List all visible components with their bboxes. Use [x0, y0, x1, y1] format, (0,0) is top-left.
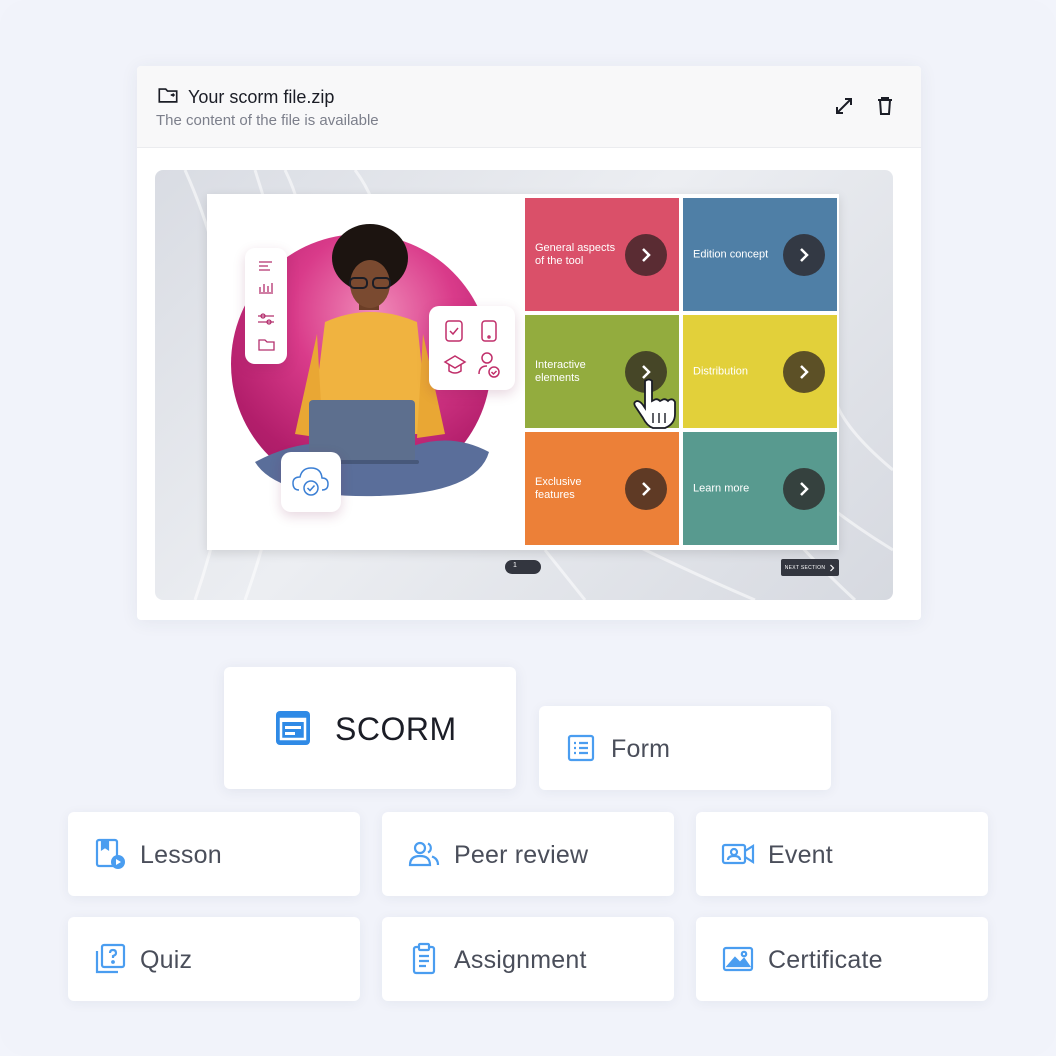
clipboard-icon: [406, 941, 442, 977]
tile-interactive-elements[interactable]: Interactive elements: [525, 315, 679, 429]
tile-general-aspects[interactable]: General aspects of the tool: [525, 198, 679, 311]
activity-lesson[interactable]: Lesson: [68, 812, 360, 896]
folder-icon: [157, 84, 188, 111]
tile-label: General aspects of the tool: [535, 241, 616, 267]
tile-arrow-button[interactable]: [625, 233, 667, 276]
cloud-card: [281, 452, 341, 512]
tile-label: Exclusive features: [535, 475, 582, 501]
activity-event[interactable]: Event: [696, 812, 988, 896]
quiz-question-icon: [92, 941, 128, 977]
toolbar-card: [245, 248, 287, 364]
activity-scorm[interactable]: SCORM: [224, 667, 516, 789]
tile-learn-more[interactable]: Learn more: [683, 432, 837, 545]
file-header: Your scorm file.zip The content of the f…: [137, 66, 921, 148]
activity-peer-review[interactable]: Peer review: [382, 812, 674, 896]
chevron-right-icon: [800, 481, 809, 496]
activity-label: Quiz: [140, 946, 193, 974]
activity-label: Peer review: [454, 841, 589, 869]
delete-button[interactable]: [873, 94, 897, 118]
slide: General aspects of the tool Edition conc…: [207, 194, 839, 550]
activity-label: Form: [611, 735, 671, 763]
image-icon: [720, 941, 756, 977]
features-card: [429, 306, 515, 390]
toolbar-icons: [258, 261, 275, 351]
expand-icon: [836, 98, 852, 114]
activity-label: Event: [768, 841, 833, 869]
next-section-label: NEXT SECTION: [784, 564, 826, 571]
hand-cursor-icon: [633, 378, 676, 429]
scorm-file-card: Your scorm file.zip The content of the f…: [137, 66, 921, 620]
tile-arrow-button[interactable]: [625, 467, 667, 510]
tile-distribution[interactable]: Distribution: [683, 315, 837, 428]
activity-label: Certificate: [768, 946, 883, 974]
tile-label: Edition concept: [693, 248, 769, 260]
activity-certificate[interactable]: Certificate: [696, 917, 988, 1001]
chevron-right-icon: [800, 364, 809, 379]
tile-arrow-button[interactable]: [783, 233, 825, 276]
list-form-icon: [563, 730, 599, 766]
page-background: Your scorm file.zip The content of the f…: [0, 0, 1056, 1056]
cloud-check-icon: [292, 467, 329, 496]
video-camera-icon: [720, 836, 756, 872]
tile-label: Interactive elements: [535, 358, 586, 384]
activity-form[interactable]: Form: [539, 706, 831, 790]
activity-label: Lesson: [140, 841, 222, 869]
file-name: Your scorm file.zip: [188, 87, 335, 107]
file-status-text: The content of the file is available: [156, 112, 379, 129]
expand-button[interactable]: [832, 94, 856, 118]
tile-exclusive-features[interactable]: Exclusive features: [525, 432, 679, 545]
slide-pager[interactable]: 1: [505, 560, 541, 574]
tile-edition-concept[interactable]: Edition concept: [683, 198, 837, 311]
activity-quiz[interactable]: Quiz: [68, 917, 360, 1001]
trash-icon: [878, 97, 892, 115]
scorm-icon: [274, 709, 312, 747]
people-icon: [406, 836, 442, 872]
chevron-right-icon: [642, 247, 651, 262]
activity-label: SCORM: [335, 711, 457, 747]
feature-icons: [443, 320, 500, 378]
tile-label: Learn more: [693, 482, 750, 494]
activity-assignment[interactable]: Assignment: [382, 917, 674, 1001]
lesson-book-play-icon: [92, 836, 128, 872]
tile-arrow-button[interactable]: [783, 350, 825, 393]
activity-label: Assignment: [454, 946, 587, 974]
tile-label: Distribution: [693, 365, 749, 377]
page-number: 1: [513, 562, 517, 569]
chevron-right-icon: [642, 481, 651, 496]
next-section-button[interactable]: NEXT SECTION: [781, 559, 839, 576]
tile-arrow-button[interactable]: [783, 467, 825, 510]
scorm-preview[interactable]: General aspects of the tool Edition conc…: [155, 170, 893, 600]
chevron-right-icon: [800, 247, 809, 262]
chevron-right-icon: [830, 564, 835, 571]
